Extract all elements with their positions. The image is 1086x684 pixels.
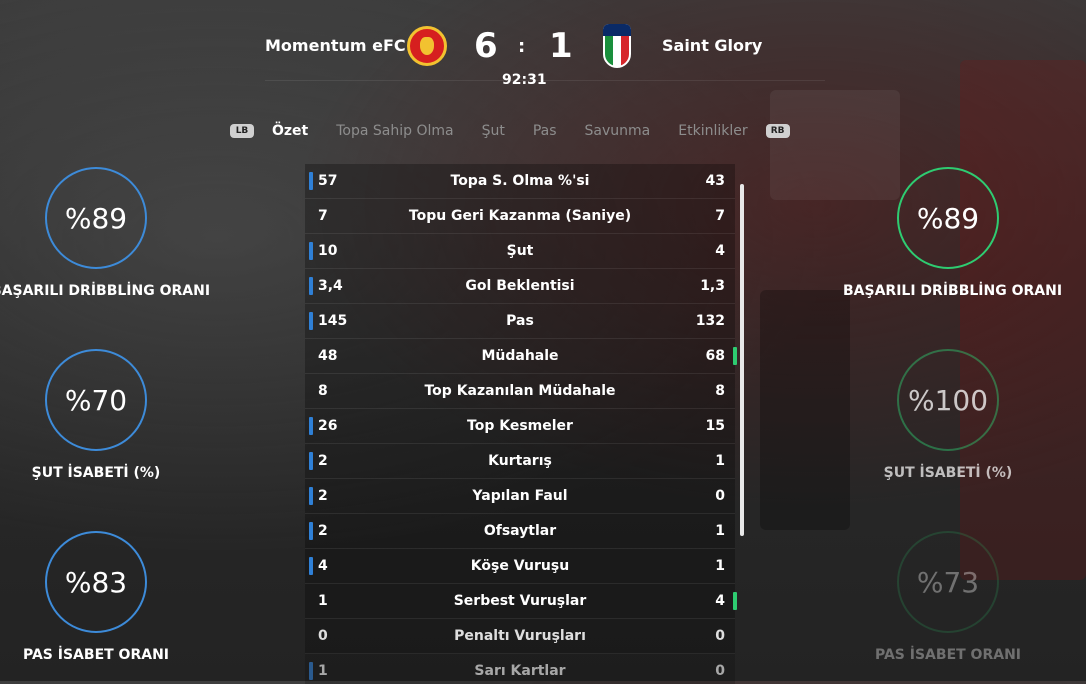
- background-shape: [760, 290, 850, 530]
- away-pass-accuracy-ring: %73: [897, 531, 999, 633]
- away-value: 1: [715, 523, 725, 539]
- stat-row: 1 Serbest Vuruşlar 4: [305, 584, 737, 619]
- stat-row: 8 Top Kazanılan Müdahale 8: [305, 374, 735, 409]
- stats-table: 57 Topa S. Olma %'si 43 7 Topu Geri Kazanma…: [305, 164, 737, 684]
- home-pass-accuracy-stat: %83 PAS İSABET ORANI: [0, 531, 201, 663]
- away-value: 1,3: [700, 278, 725, 294]
- stat-name: Top Kesmeler: [467, 418, 573, 434]
- stat-row: 2 Ofsaytlar 1: [305, 514, 735, 549]
- stat-name: Sarı Kartlar: [474, 663, 566, 679]
- away-value: 4: [715, 243, 725, 259]
- stat-row: 48 Müdahale 68: [305, 339, 737, 374]
- stat-row: 145 Pas 132: [305, 304, 735, 339]
- stats-tabs: LB Özet Topa Sahip Olma Şut Pas Savunma …: [230, 121, 790, 141]
- score-separator: :: [518, 36, 526, 57]
- tab-events[interactable]: Etkinlikler: [678, 123, 747, 139]
- away-value: 15: [705, 418, 725, 434]
- home-shot-accuracy-label: ŞUT İSABETİ (%): [31, 465, 161, 481]
- away-value: 1: [715, 558, 725, 574]
- home-pass-accuracy-label: PAS İSABET ORANI: [23, 647, 169, 663]
- away-value: 1: [715, 453, 725, 469]
- stat-name: Yapılan Faul: [472, 488, 568, 504]
- away-shot-accuracy-ring: %100: [897, 349, 999, 451]
- stat-row: 57 Topa S. Olma %'si 43: [305, 164, 735, 199]
- away-value: 43: [705, 173, 725, 189]
- away-value: 4: [715, 593, 725, 609]
- tab-summary[interactable]: Özet: [272, 123, 308, 139]
- home-dribbling-label: BAŞARILI DRİBBLİNG ORANI: [0, 283, 211, 299]
- stat-name: Ofsaytlar: [483, 523, 557, 539]
- away-pass-accuracy-stat: %73 PAS İSABET ORANI: [843, 531, 1053, 663]
- stat-name: Şut: [506, 243, 534, 259]
- home-shot-accuracy-stat: %70 ŞUT İSABETİ (%): [0, 349, 201, 481]
- stat-name: Top Kazanılan Müdahale: [424, 383, 616, 399]
- stat-name: Penaltı Vuruşları: [454, 628, 586, 644]
- tab-possession[interactable]: Topa Sahip Olma: [336, 123, 453, 139]
- stat-name: Köşe Vuruşu: [470, 558, 570, 574]
- away-value: 0: [715, 663, 725, 679]
- away-value: 0: [715, 628, 725, 644]
- home-dribbling-ring: %89: [45, 167, 147, 269]
- away-dribbling-ring: %89: [897, 167, 999, 269]
- home-shot-accuracy-ring: %70: [45, 349, 147, 451]
- away-dribbling-stat: %89 BAŞARILI DRİBBLİNG ORANI: [843, 167, 1063, 299]
- away-shot-accuracy-stat: %100 ŞUT İSABETİ (%): [843, 349, 1053, 481]
- away-value: 8: [715, 383, 725, 399]
- stat-row: 0 Penaltı Vuruşları 0: [305, 619, 735, 654]
- stat-row: 7 Topu Geri Kazanma (Saniye) 7: [305, 199, 735, 234]
- stat-name: Müdahale: [481, 348, 559, 364]
- lb-bumper-icon[interactable]: LB: [230, 124, 254, 138]
- stat-name: Kurtarış: [488, 453, 552, 469]
- stats-scrollbar[interactable]: [740, 184, 744, 536]
- stat-name: Topa S. Olma %'si: [450, 173, 590, 189]
- home-team-crest-icon: [407, 26, 447, 66]
- home-dribbling-stat: %89 BAŞARILI DRİBBLİNG ORANI: [0, 167, 211, 299]
- away-value: 68: [705, 348, 725, 364]
- away-team-crest-icon: [603, 24, 631, 68]
- away-value: 7: [715, 208, 725, 224]
- stat-name: Gol Beklentisi: [465, 278, 575, 294]
- home-score: 6: [474, 26, 498, 66]
- away-leader-marker: [733, 592, 737, 610]
- home-team-name: Momentum eFC: [265, 36, 406, 55]
- away-value: 132: [695, 313, 725, 329]
- divider: [265, 80, 825, 81]
- stat-name: Pas: [506, 313, 534, 329]
- away-score: 1: [549, 26, 573, 66]
- away-shot-accuracy-label: ŞUT İSABETİ (%): [883, 465, 1013, 481]
- tab-passes[interactable]: Pas: [533, 123, 557, 139]
- stat-row: 1 Sarı Kartlar 0: [305, 654, 735, 684]
- away-pass-accuracy-label: PAS İSABET ORANI: [875, 647, 1021, 663]
- stat-name: Topu Geri Kazanma (Saniye): [408, 208, 632, 224]
- tab-defense[interactable]: Savunma: [585, 123, 651, 139]
- stat-row: 2 Kurtarış 1: [305, 444, 735, 479]
- stat-name: Serbest Vuruşlar: [453, 593, 587, 609]
- away-team-name: Saint Glory: [662, 36, 763, 55]
- tab-shots[interactable]: Şut: [482, 123, 505, 139]
- stat-row: 3,4 Gol Beklentisi 1,3: [305, 269, 735, 304]
- match-header: Momentum eFC 6 : 1 Saint Glory 92:31: [0, 0, 1086, 100]
- background-shape: [960, 60, 1086, 580]
- stat-row: 4 Köşe Vuruşu 1: [305, 549, 735, 584]
- rb-bumper-icon[interactable]: RB: [765, 124, 790, 138]
- stat-row: 2 Yapılan Faul 0: [305, 479, 735, 514]
- away-value: 0: [715, 488, 725, 504]
- stat-row: 10 Şut 4: [305, 234, 735, 269]
- stat-row: 26 Top Kesmeler 15: [305, 409, 735, 444]
- away-dribbling-label: BAŞARILI DRİBBLİNG ORANI: [843, 283, 1063, 299]
- home-pass-accuracy-ring: %83: [45, 531, 147, 633]
- away-leader-marker: [733, 347, 737, 365]
